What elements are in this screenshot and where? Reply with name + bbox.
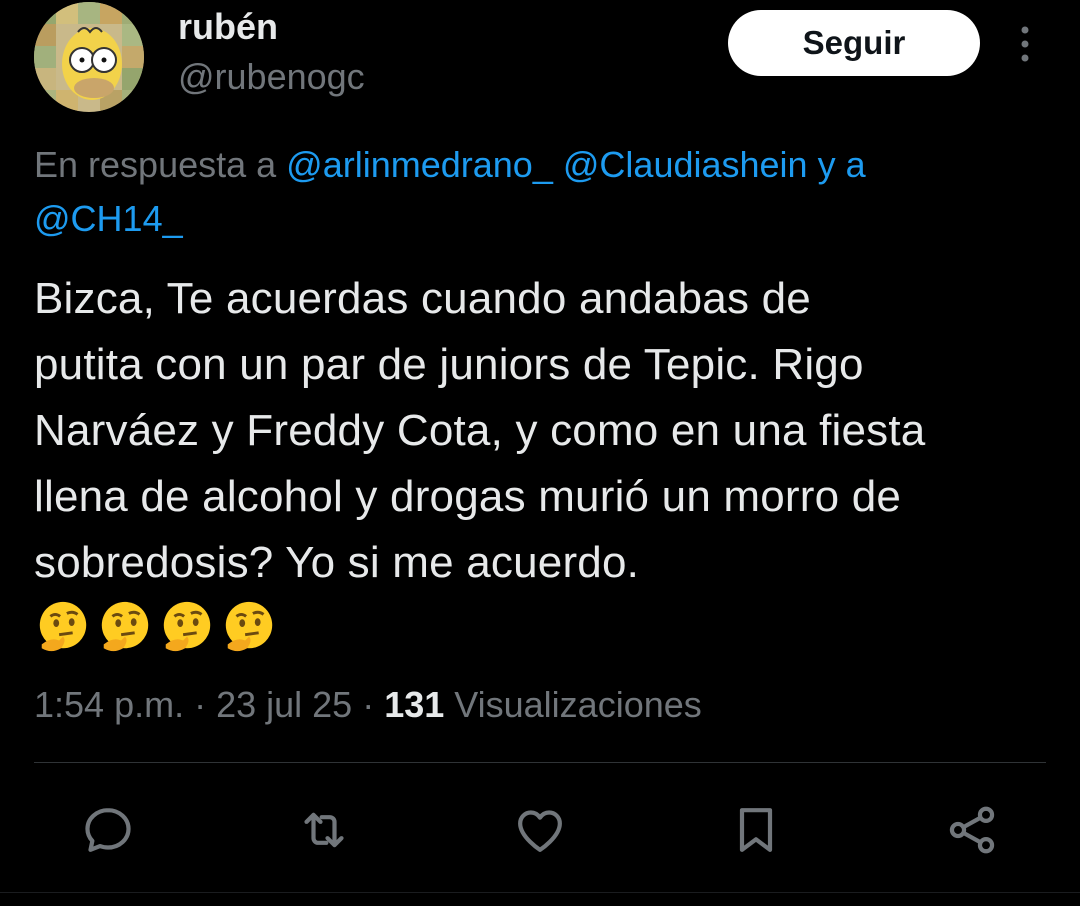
reply-context: En respuesta a @arlinmedrano_ @Claudiash… — [34, 138, 1034, 246]
divider — [34, 762, 1046, 763]
reply-prefix: En respuesta a — [34, 144, 287, 185]
tweet-meta: 1:54 p.m. · 23 jul 25 · 131 Visualizacio… — [34, 680, 702, 730]
like-button[interactable] — [510, 800, 570, 860]
mention-link[interactable]: @arlinmedrano_ — [286, 144, 553, 185]
mention-link[interactable]: @CH14_ — [34, 198, 183, 239]
divider — [0, 892, 1080, 893]
display-name[interactable]: rubén — [178, 6, 278, 48]
mention-link[interactable]: @Claudiashein — [563, 144, 808, 185]
bookmark-icon — [739, 808, 773, 852]
like-icon — [518, 810, 562, 852]
bookmark-button[interactable] — [726, 800, 786, 860]
retweet-icon — [304, 812, 344, 848]
tweet-line: putita con un par de juniors de Tepic. R… — [34, 340, 864, 389]
thinking-face-icon — [101, 601, 149, 652]
thinking-face-icon — [39, 601, 87, 652]
meta-separator: · — [184, 684, 217, 725]
reply-button[interactable] — [78, 800, 138, 860]
thinking-face-icon — [163, 601, 211, 652]
more-vertical-icon[interactable] — [1010, 24, 1040, 64]
views-label[interactable]: Visualizaciones — [444, 684, 701, 725]
tweet-line: Bizca, Te acuerdas cuando andabas de — [34, 274, 811, 323]
avatar[interactable] — [34, 2, 144, 112]
avatar-collage-icon — [34, 2, 144, 112]
reply-icon — [85, 808, 131, 852]
views-count[interactable]: 131 — [384, 684, 444, 725]
tweet-time[interactable]: 1:54 p.m. — [34, 684, 184, 725]
tweet-text: Bizca, Te acuerdas cuando andabas de put… — [34, 266, 1064, 596]
share-icon — [949, 806, 995, 854]
tweet-line: sobredosis? Yo si me acuerdo. — [34, 538, 640, 587]
tweet-line: llena de alcohol y drogas murió un morro… — [34, 472, 902, 521]
tweet-line: Narváez y Freddy Cota, y como en una fie… — [34, 406, 926, 455]
thinking-face-icon — [225, 601, 273, 652]
share-button[interactable] — [942, 800, 1002, 860]
reply-joiner: y a — [807, 144, 866, 185]
tweet-date[interactable]: 23 jul 25 — [216, 684, 352, 725]
emoji-row — [34, 598, 278, 658]
retweet-button[interactable] — [294, 800, 354, 860]
user-handle[interactable]: @rubenogc — [178, 56, 365, 98]
meta-separator: · — [352, 684, 385, 725]
follow-button[interactable]: Seguir — [728, 10, 980, 76]
